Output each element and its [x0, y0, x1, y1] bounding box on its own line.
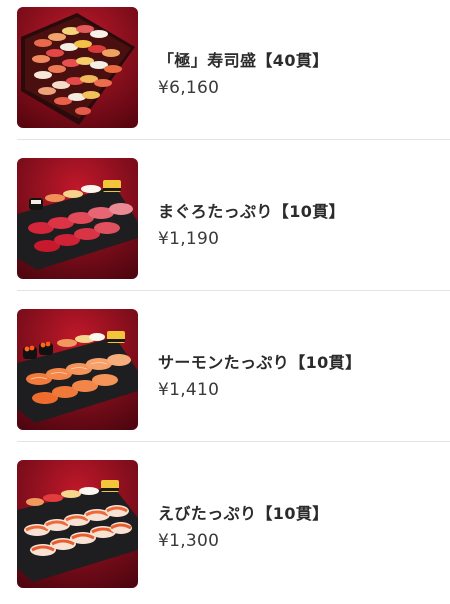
menu-item-price: ¥1,190: [158, 229, 220, 249]
divider: [17, 139, 450, 140]
menu-item-title: サーモンたっぷり【10貫】: [158, 353, 362, 372]
tuna-sushi-plate-icon[interactable]: [17, 158, 138, 279]
menu-item-price: ¥1,300: [158, 531, 220, 551]
menu-item-ebi-tappuri[interactable]: えびたっぷり【10貫】 ¥1,300: [0, 453, 450, 604]
divider: [17, 441, 450, 442]
menu-item-gokusushi-40[interactable]: 「極」寿司盛【40貫】 ¥6,160: [0, 0, 450, 151]
menu-item-price: ¥1,410: [158, 380, 220, 400]
menu-item-title: 「極」寿司盛【40貫】: [158, 51, 329, 70]
menu-item-title: えびたっぷり【10貫】: [158, 504, 329, 523]
shrimp-sushi-plate-icon[interactable]: [17, 460, 138, 588]
sushi-platter-40-icon[interactable]: [17, 7, 138, 128]
menu-list: 「極」寿司盛【40貫】 ¥6,160 まぐろたっぷり【10貫】 ¥1,190 サ…: [0, 0, 450, 588]
menu-item-maguro-tappuri[interactable]: まぐろたっぷり【10貫】 ¥1,190: [0, 151, 450, 302]
salmon-sushi-plate-icon[interactable]: [17, 309, 138, 430]
divider: [17, 290, 450, 291]
menu-item-title: まぐろたっぷり【10貫】: [158, 202, 346, 221]
menu-item-salmon-tappuri[interactable]: サーモンたっぷり【10貫】 ¥1,410: [0, 302, 450, 453]
menu-item-price: ¥6,160: [158, 78, 220, 98]
